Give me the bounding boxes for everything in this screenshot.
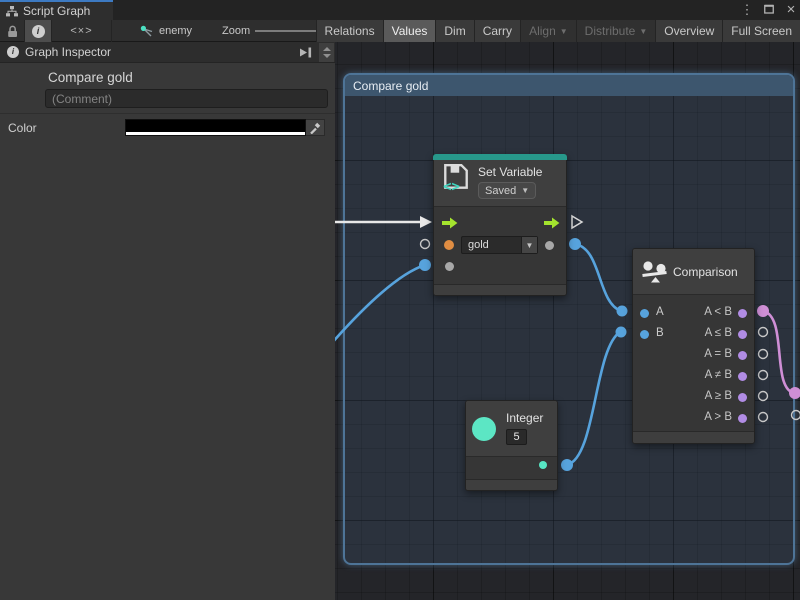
output-port-greater[interactable] (738, 414, 747, 423)
chevron-down-icon: ▼ (639, 27, 647, 36)
eyedropper-button[interactable] (306, 119, 325, 136)
group-title: Compare gold (353, 79, 428, 93)
arrow-up-icon (323, 47, 331, 51)
variable-kind-label: Saved (485, 185, 516, 197)
node-title: Comparison (673, 265, 738, 279)
full-screen-button[interactable]: Full Screen (723, 20, 800, 42)
comment-input[interactable] (45, 89, 328, 108)
tab-label: Script Graph (23, 4, 90, 18)
value-output-port[interactable] (545, 241, 554, 250)
group-header[interactable]: Compare gold (345, 75, 793, 96)
integer-value-field[interactable]: 5 (506, 429, 527, 445)
code-view-button[interactable]: <×> (52, 20, 112, 42)
node-set-variable[interactable]: <> Set Variable Saved ▼ gold ▼ (433, 154, 567, 296)
inspector-header-title: Graph Inspector (25, 45, 111, 59)
graph-tab-icon (6, 6, 18, 17)
comparison-row: A A < B (633, 303, 754, 324)
color-swatch[interactable] (125, 119, 306, 136)
output-label: A < B (704, 306, 732, 318)
graph-breadcrumb[interactable]: enemy (140, 20, 192, 42)
flow-output-port[interactable] (544, 217, 560, 229)
comparison-row: A ≠ B (633, 366, 754, 387)
output-label: A ≤ B (705, 327, 732, 339)
alpha-bar (126, 132, 305, 135)
comparison-row: B A ≤ B (633, 324, 754, 345)
arrow-down-icon (323, 54, 331, 58)
zoom-label: Zoom (222, 20, 250, 42)
output-label: A ≠ B (705, 369, 732, 381)
color-label: Color (8, 121, 37, 135)
variable-name: gold (462, 239, 521, 251)
input-port-a[interactable] (640, 309, 649, 318)
dim-toggle[interactable]: Dim (436, 20, 474, 42)
graph-title: Compare gold (48, 70, 133, 85)
output-label: A = B (704, 348, 732, 360)
node-title: Set Variable (478, 165, 542, 179)
chevron-down-icon: ▼ (560, 27, 568, 36)
script-graph-window: Script Graph ⋮ × i <×> enemy (0, 0, 800, 600)
integer-circle-icon (472, 417, 496, 441)
titlebar: Script Graph ⋮ × (0, 0, 800, 20)
output-port-not-equal[interactable] (738, 372, 747, 381)
node-title: Integer (506, 411, 543, 425)
variable-name-dropdown[interactable]: gold ▼ (461, 236, 538, 254)
window-menu-icon[interactable]: ⋮ (740, 0, 754, 20)
carry-toggle[interactable]: Carry (475, 20, 521, 42)
distribute-dropdown[interactable]: Distribute ▼ (577, 20, 657, 42)
align-dropdown[interactable]: Align ▼ (521, 20, 577, 42)
lock-button[interactable] (0, 20, 25, 42)
chevron-down-icon: ▼ (521, 186, 529, 195)
toolbar-toggles: Relations Values Dim Carry Align ▼ Distr… (316, 20, 800, 42)
fallback-input-port[interactable] (445, 262, 454, 271)
output-port-less[interactable] (738, 309, 747, 318)
window-close-icon[interactable]: × (784, 0, 798, 20)
node-footer (434, 284, 566, 295)
align-label: Align (529, 24, 556, 38)
output-label: A > B (704, 411, 732, 423)
inspector-header: i Graph Inspector (0, 42, 335, 63)
output-port-equal[interactable] (738, 351, 747, 360)
comparison-row: A > B (633, 408, 754, 429)
node-footer (466, 479, 557, 490)
graph-canvas[interactable]: Compare gold (335, 42, 800, 600)
input-port-b[interactable] (640, 330, 649, 339)
output-label: A ≥ B (705, 390, 732, 402)
chevron-down-icon: ▼ (521, 237, 537, 253)
distribute-label: Distribute (585, 24, 636, 38)
input-label-a: A (656, 306, 664, 318)
lock-icon (7, 25, 18, 38)
info-icon: i (7, 46, 19, 58)
overview-button[interactable]: Overview (656, 20, 723, 42)
integer-output-port[interactable] (539, 461, 547, 469)
graph-name: enemy (159, 25, 192, 37)
window-maximize-icon[interactable] (762, 0, 776, 20)
divider (0, 113, 335, 114)
info-icon: i (32, 25, 45, 38)
tab-script-graph[interactable]: Script Graph (0, 0, 113, 20)
comparison-row: A ≥ B (633, 387, 754, 408)
input-label-b: B (656, 327, 664, 339)
graph-node-icon (140, 25, 154, 38)
inspector-toggle-button[interactable]: i (25, 20, 52, 42)
panel-spinner-control[interactable] (319, 43, 334, 62)
window-controls: ⋮ × (740, 0, 798, 20)
output-port-less-equal[interactable] (738, 330, 747, 339)
relations-toggle[interactable]: Relations (317, 20, 384, 42)
svg-text:<>: <> (443, 179, 460, 192)
graph-inspector-panel: i Graph Inspector Compare gold Color (0, 42, 335, 600)
node-comparison[interactable]: Comparison A A < B B A ≤ B A = B A ≠ B (632, 248, 755, 444)
comparison-row: A = B (633, 345, 754, 366)
eyedropper-icon (309, 122, 321, 134)
values-toggle[interactable]: Values (384, 20, 437, 42)
output-port-greater-equal[interactable] (738, 393, 747, 402)
toolbar: i <×> enemy Zoom 1x Relations Values Dim… (0, 20, 800, 42)
node-footer (633, 431, 754, 443)
flow-input-port[interactable] (442, 217, 458, 229)
node-integer[interactable]: Integer 5 (465, 400, 558, 491)
save-variable-icon: <> (442, 162, 470, 192)
variable-kind-dropdown[interactable]: Saved ▼ (478, 182, 536, 199)
variable-input-port[interactable] (444, 240, 454, 250)
dock-panel-icon[interactable] (299, 46, 313, 64)
comparison-scale-icon (641, 260, 668, 285)
